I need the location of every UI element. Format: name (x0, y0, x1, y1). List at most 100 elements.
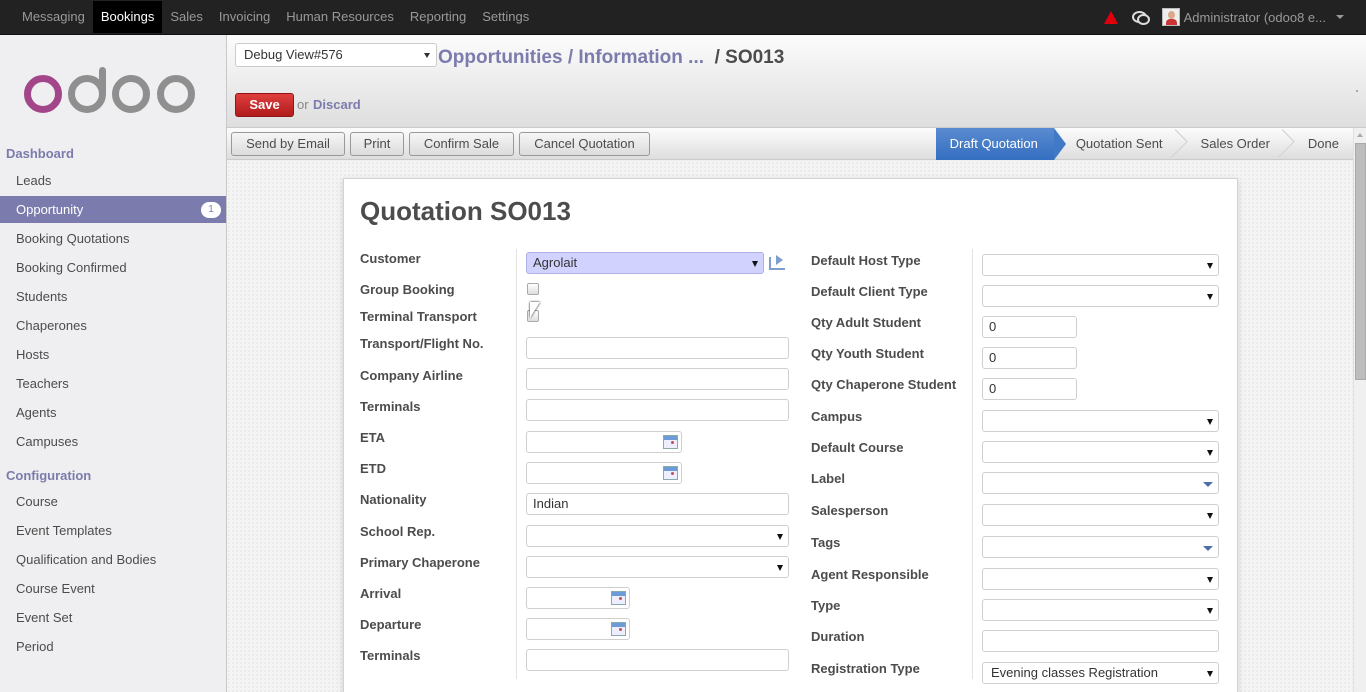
tags-input[interactable] (982, 536, 1219, 558)
count-badge: 1 (201, 202, 221, 218)
sidebar-item-qualification-and-bodies[interactable]: Qualification and Bodies (0, 546, 226, 573)
campus-select[interactable] (982, 410, 1219, 432)
arrival-label: Arrival (360, 586, 402, 601)
agent-responsible-select[interactable] (982, 568, 1219, 590)
label-field-label: Label (811, 471, 845, 486)
status-bar: Send by Email Print Confirm Sale Cancel … (227, 128, 1353, 160)
dropdown-arrow-icon (1203, 546, 1213, 551)
label-tags-input[interactable] (982, 472, 1219, 494)
sidebar-item-booking-confirmed[interactable]: Booking Confirmed (0, 254, 226, 281)
cancel-quotation-button[interactable]: Cancel Quotation (519, 132, 650, 156)
sidebar-item-event-templates[interactable]: Event Templates (0, 517, 226, 544)
top-menu: Messaging Bookings Sales Invoicing Human… (14, 0, 537, 34)
qty-chaperone-student-input[interactable]: 0 (982, 378, 1077, 400)
default-client-type-label: Default Client Type (811, 284, 928, 299)
scroll-up-arrow-icon[interactable] (1357, 133, 1363, 137)
logo-letter-o (24, 75, 62, 113)
save-button[interactable]: Save (235, 93, 294, 117)
confirm-sale-button[interactable]: Confirm Sale (409, 132, 514, 156)
column-divider (516, 249, 517, 679)
breadcrumb-opportunities[interactable]: Opportunities (438, 47, 563, 68)
primary-chaperone-select[interactable] (526, 556, 789, 578)
sidebar-item-chaperones[interactable]: Chaperones (0, 312, 226, 339)
sidebar-item-course[interactable]: Course (0, 488, 226, 515)
print-button[interactable]: Print (350, 132, 404, 156)
nationality-label: Nationality (360, 492, 427, 507)
calendar-icon[interactable] (663, 435, 678, 449)
sidebar-item-opportunity[interactable]: Opportunity 1 (0, 196, 226, 223)
top-menu-reporting[interactable]: Reporting (402, 1, 474, 33)
customer-field[interactable]: Agrolait (526, 252, 764, 274)
debug-view-select[interactable]: Debug View#576 (235, 43, 437, 67)
send-by-email-button[interactable]: Send by Email (231, 132, 345, 156)
discard-link[interactable]: Discard (313, 97, 361, 112)
group-booking-checkbox[interactable] (527, 283, 539, 295)
default-client-type-select[interactable] (982, 285, 1219, 307)
calendar-icon[interactable] (611, 591, 626, 605)
terminals-input[interactable] (526, 399, 789, 421)
stage-done[interactable]: Done (1286, 128, 1353, 160)
dropdown-arrow-icon (1207, 671, 1213, 677)
agent-responsible-label: Agent Responsible (811, 567, 929, 582)
top-menu-bookings[interactable]: Bookings (92, 1, 163, 33)
school-rep-select[interactable] (526, 525, 789, 547)
sidebar-item-event-set[interactable]: Event Set (0, 604, 226, 631)
resize-handle-icon (1356, 90, 1358, 92)
default-host-type-select[interactable] (982, 254, 1219, 276)
arrival-date-input[interactable] (526, 587, 630, 609)
debug-view-value: Debug View#576 (244, 47, 343, 62)
logo-letter-d-stem (99, 67, 106, 97)
scrollbar-thumb[interactable] (1355, 143, 1366, 380)
sidebar-item-campuses[interactable]: Campuses (0, 428, 226, 455)
salesperson-select[interactable] (982, 504, 1219, 526)
calendar-icon[interactable] (611, 622, 626, 636)
chevron-down-icon (1336, 15, 1344, 19)
sidebar-item-leads[interactable]: Leads (0, 167, 226, 194)
sidebar-item-agents[interactable]: Agents (0, 399, 226, 426)
page-title: Quotation SO013 (360, 196, 571, 226)
tags-label: Tags (811, 535, 841, 550)
top-menu-invoicing[interactable]: Invoicing (211, 1, 278, 33)
top-menu-messaging[interactable]: Messaging (14, 1, 93, 33)
sidebar-item-booking-quotations[interactable]: Booking Quotations (0, 225, 226, 252)
transport-flight-input[interactable] (526, 337, 789, 359)
sidebar-item-hosts[interactable]: Hosts (0, 341, 226, 368)
stage-pipeline: Draft Quotation Quotation Sent Sales Ord… (935, 128, 1353, 160)
warning-icon[interactable] (1103, 10, 1118, 24)
sidebar-item-teachers[interactable]: Teachers (0, 370, 226, 397)
duration-input[interactable] (982, 630, 1219, 652)
top-menu-human-resources[interactable]: Human Resources (278, 1, 402, 33)
vertical-scrollbar[interactable] (1353, 128, 1366, 692)
eta-datetime-input[interactable] (526, 431, 682, 453)
qty-adult-student-input[interactable]: 0 (982, 316, 1077, 338)
default-course-select[interactable] (982, 441, 1219, 463)
stage-draft-quotation[interactable]: Draft Quotation (935, 128, 1066, 160)
chat-icon[interactable] (1131, 11, 1150, 25)
sidebar-item-students[interactable]: Students (0, 283, 226, 310)
top-menu-sales[interactable]: Sales (162, 1, 211, 33)
dropdown-arrow-icon (424, 53, 430, 58)
breadcrumb-information[interactable]: Information ... (578, 47, 704, 68)
user-menu[interactable]: Administrator (odoo8 e... (1161, 8, 1344, 26)
type-select[interactable] (982, 599, 1219, 621)
top-menu-settings[interactable]: Settings (474, 1, 537, 33)
dropdown-arrow-icon (1207, 608, 1213, 614)
external-link-icon[interactable] (769, 255, 785, 270)
default-course-label: Default Course (811, 440, 904, 455)
stage-quotation-sent[interactable]: Quotation Sent (1054, 128, 1179, 160)
odoo-logo[interactable] (24, 67, 199, 117)
nationality-input[interactable]: Indian (526, 493, 789, 515)
terminals-input-2[interactable] (526, 649, 789, 671)
qty-adult-student-label: Qty Adult Student (811, 315, 922, 330)
qty-youth-student-input[interactable]: 0 (982, 347, 1077, 369)
company-airline-input[interactable] (526, 368, 789, 390)
registration-type-select[interactable]: Evening classes Registration (982, 662, 1219, 684)
transport-flight-label: Transport/Flight No. (360, 336, 484, 351)
calendar-icon[interactable] (663, 466, 678, 480)
departure-date-input[interactable] (526, 618, 630, 640)
qty-youth-student-label: Qty Youth Student (811, 346, 924, 361)
stage-sales-order[interactable]: Sales Order (1179, 128, 1286, 160)
sidebar-item-course-event[interactable]: Course Event (0, 575, 226, 602)
sidebar-item-period[interactable]: Period (0, 633, 226, 660)
etd-datetime-input[interactable] (526, 462, 682, 484)
